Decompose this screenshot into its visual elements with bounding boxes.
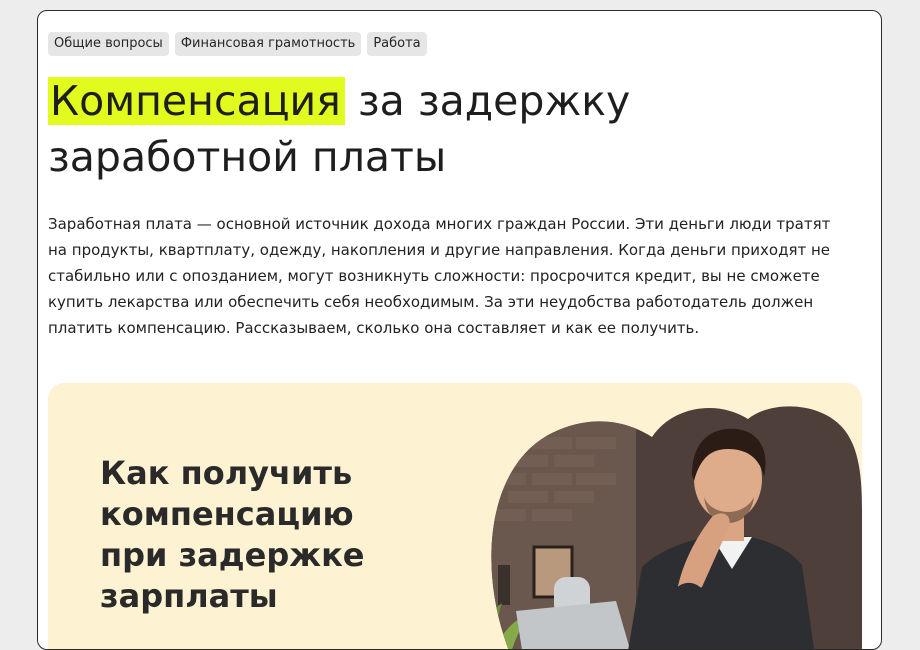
article-card: Общие вопросы Финансовая грамотность Раб… — [37, 10, 882, 650]
banner-line: зарплаты — [100, 577, 278, 615]
banner-line: Как получить — [100, 454, 353, 492]
title-highlight: Компенсация — [48, 77, 345, 125]
article-banner: Как получить компенсацию при задержке за… — [48, 383, 862, 649]
article-lead: Заработная плата — основной источник дох… — [48, 215, 831, 337]
tag-list: Общие вопросы Финансовая грамотность Раб… — [48, 32, 427, 56]
tag-work[interactable]: Работа — [367, 32, 427, 56]
tag-general-questions[interactable]: Общие вопросы — [48, 32, 169, 56]
banner-line: компенсацию — [100, 495, 354, 533]
man-at-laptop-photo — [491, 406, 862, 649]
banner-line: при задержке — [100, 536, 365, 574]
banner-heading: Как получить компенсацию при задержке за… — [100, 453, 430, 617]
tag-financial-literacy[interactable]: Финансовая грамотность — [174, 32, 362, 56]
article-title: Компенсация за задержку заработной платы — [48, 73, 848, 185]
